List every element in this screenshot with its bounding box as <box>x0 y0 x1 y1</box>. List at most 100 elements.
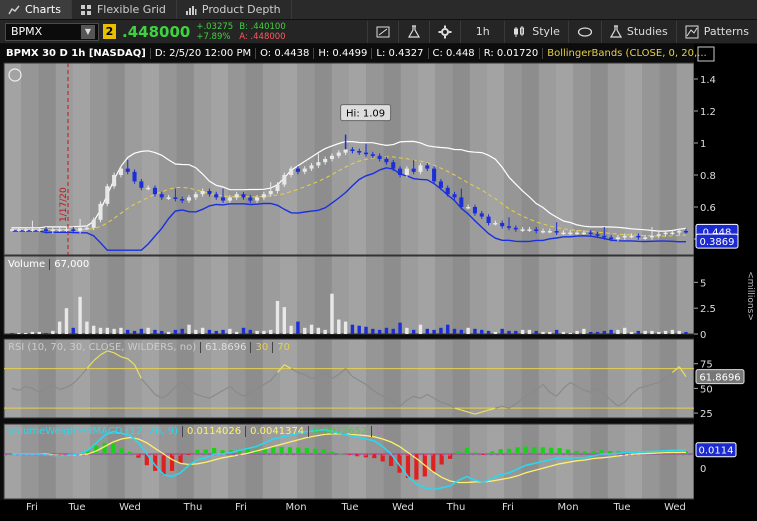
price-candle <box>479 213 484 217</box>
tab-flexible-grid[interactable]: Flexible Grid <box>72 0 177 19</box>
macd-tag: 0.0114 <box>699 446 734 457</box>
volume-bar <box>534 330 538 334</box>
x-axis-label: Mon <box>557 502 578 513</box>
price-candle <box>418 165 423 172</box>
volume-bar <box>187 324 191 334</box>
price-candle <box>425 165 430 169</box>
price-candle <box>404 168 409 175</box>
price-candle <box>30 229 35 231</box>
macd-histogram-bar <box>498 449 503 454</box>
volume-bar <box>241 327 246 334</box>
volume-bar <box>119 327 123 334</box>
rsi-name[interactable]: RSI (10, 70, 30, CLOSE, WILDERS, no) <box>4 342 202 353</box>
macd-histogram-bar <box>279 446 284 454</box>
volume-bar <box>146 327 150 334</box>
link-group-badge[interactable]: 2 <box>103 24 116 39</box>
chart-canvas[interactable]: 1.41.210.80.60.41/17/20Hi: 1.090.4480.38… <box>0 44 757 521</box>
last-price: .448000 <box>122 22 191 41</box>
rsi-axis-label: 25 <box>700 409 713 420</box>
bollinger-study-label[interactable]: BollingerBands (CLOSE, 0, 20,... <box>543 48 710 59</box>
macd-extra: 0 <box>376 426 383 437</box>
price-candle <box>234 194 239 198</box>
price-candle <box>547 231 552 233</box>
volume-bar <box>411 329 416 334</box>
volume-bar <box>677 330 681 334</box>
volume-bar <box>425 328 429 334</box>
volume-bar <box>194 329 198 334</box>
x-axis-label: Tue <box>340 502 358 513</box>
macd-histogram-bar <box>464 448 470 454</box>
volume-bar <box>262 330 266 334</box>
volume-bar <box>663 330 668 334</box>
header-high: H: 0.4499 <box>314 48 373 59</box>
volume-bar <box>30 331 35 334</box>
rsi-panel-session-band <box>349 339 367 418</box>
macd-histogram-bar <box>523 446 529 454</box>
price-candle <box>472 207 477 214</box>
price-panel-session-band-alt <box>55 63 73 255</box>
symbol-dropdown-icon[interactable]: ▼ <box>81 24 95 39</box>
volume-bar <box>439 327 443 334</box>
macd-histogram-bar <box>296 447 301 454</box>
volume-panel-session-band <box>142 256 160 334</box>
volume-bar <box>657 331 661 334</box>
patterns-button[interactable]: Patterns <box>675 20 757 43</box>
tab-bar: Charts Flexible Grid Product Depth <box>0 0 757 20</box>
price-candle <box>173 197 178 199</box>
price-panel-session-band-alt <box>642 63 660 255</box>
x-axis-label: Fri <box>502 502 514 513</box>
volume-panel-session-band <box>280 256 298 334</box>
volume-bar <box>520 329 525 334</box>
price-candle <box>64 229 69 231</box>
tab-product-depth-label: Product Depth <box>201 3 281 16</box>
macd-name[interactable]: VolumeWeightedMACD (12, 26, 9) <box>4 426 184 437</box>
flask-button[interactable] <box>398 20 429 43</box>
tab-product-depth[interactable]: Product Depth <box>177 0 292 19</box>
volume-bar <box>10 332 14 334</box>
header-low: L: 0.4327 <box>372 48 429 59</box>
chart-area[interactable]: 1.41.210.80.60.41/17/20Hi: 1.090.4480.38… <box>0 44 757 521</box>
drawing-ellipse-button[interactable] <box>567 20 601 43</box>
volume-bar <box>480 329 484 334</box>
volume-bar <box>575 330 579 334</box>
percent-change: +7.89% <box>196 31 231 42</box>
price-candle <box>588 232 593 235</box>
macd-histogram-bar <box>203 449 208 454</box>
style-button[interactable]: Style <box>504 20 568 43</box>
net-change: +.03275 <box>196 21 234 32</box>
volume-bar <box>71 327 75 334</box>
macd-histogram-bar <box>161 454 166 475</box>
price-panel-session-band-alt <box>607 63 625 255</box>
price-candle <box>377 155 382 159</box>
volume-bar <box>466 327 470 334</box>
studies-button[interactable]: Studies <box>600 20 676 43</box>
macd-histogram-bar <box>431 454 436 472</box>
drawings-button[interactable] <box>367 20 398 43</box>
price-candle <box>609 237 614 239</box>
price-candle <box>438 181 443 188</box>
volume-name[interactable]: Volume <box>4 259 51 270</box>
price-candle <box>336 152 341 156</box>
gear-icon <box>438 25 452 38</box>
volume-bar <box>459 329 464 334</box>
drawing-tools-icon <box>376 26 390 37</box>
price-candle <box>649 235 655 238</box>
volume-bar <box>289 325 293 334</box>
price-panel-session-band <box>625 63 643 255</box>
timeframe-button[interactable]: 1h <box>460 20 504 43</box>
volume-value: 67,000 <box>54 259 90 270</box>
volume-bar <box>200 327 205 334</box>
tab-charts[interactable]: Charts <box>0 0 72 19</box>
macd-histogram-bar <box>195 449 200 454</box>
price-panel-session-band-alt <box>469 63 487 255</box>
volume-bar <box>493 331 498 334</box>
chart-symbol-title: BPMX 30 D 1h [NASDAQ] <box>4 48 151 59</box>
settings-button[interactable] <box>429 20 460 43</box>
volume-bar <box>452 328 457 334</box>
price-panel-session-band-alt <box>504 63 522 255</box>
chart-icon <box>8 5 20 14</box>
symbol-input[interactable]: BPMX ▼ <box>5 22 99 41</box>
volume-bar <box>527 329 532 334</box>
price-axis-label: 1.4 <box>700 75 716 86</box>
x-axis-label: Wed <box>392 502 414 513</box>
